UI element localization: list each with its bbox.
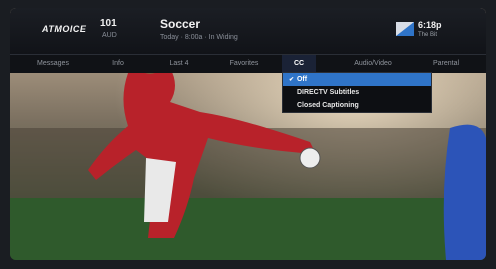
tab-info[interactable]: Info	[98, 55, 138, 73]
tab-favorites[interactable]: Favorites	[216, 55, 272, 73]
info-bar: ATMOICE 101 AUD Soccer Today · 8:00a · I…	[10, 8, 486, 54]
tab-parental[interactable]: Parental	[418, 55, 474, 73]
cc-option-label: Closed Captioning	[296, 102, 359, 109]
signal-icon	[396, 22, 414, 36]
program-details: Today · 8:00a · In Widing	[160, 34, 238, 41]
tab-messages[interactable]: Messages	[24, 55, 82, 73]
date: The Bit	[418, 32, 438, 38]
channel-subtitle: AUD	[102, 32, 117, 39]
tab-audio-video[interactable]: Audio/Video	[340, 55, 406, 73]
cc-option-directv-subtitles[interactable]: DIRECTV Subtitles	[283, 86, 431, 99]
cc-option-off[interactable]: ✔ Off	[283, 73, 431, 86]
cc-option-label: DIRECTV Subtitles	[296, 89, 360, 96]
cc-option-closed-captioning[interactable]: Closed Captioning	[283, 99, 431, 112]
cc-option-label: Off	[296, 76, 308, 83]
clock: 6:18p	[418, 20, 442, 30]
tab-last-4[interactable]: Last 4	[154, 55, 204, 73]
channel-number: 101	[100, 18, 117, 29]
program-title: Soccer	[160, 17, 201, 31]
menu-tab-bar: Messages Info Last 4 Favorites CC Audio/…	[10, 54, 486, 73]
tv-screen: ATMOICE 101 AUD Soccer Today · 8:00a · I…	[10, 8, 486, 260]
tab-cc[interactable]: CC	[282, 55, 316, 73]
cc-dropdown-menu: ✔ Off DIRECTV Subtitles Closed Captionin…	[282, 72, 432, 113]
provider-logo: ATMOICE	[42, 24, 87, 34]
